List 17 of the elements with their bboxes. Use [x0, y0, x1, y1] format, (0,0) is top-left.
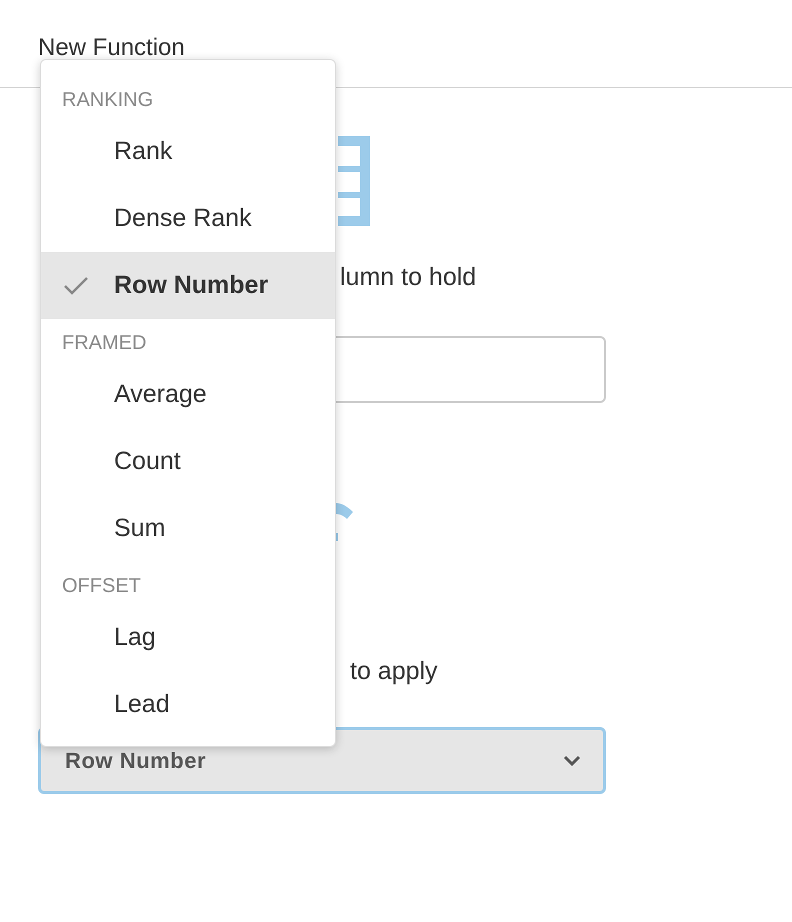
group-heading: FRAMED [61, 331, 148, 356]
prompt-text: to apply [350, 657, 438, 685]
menu-item[interactable]: Lag [41, 604, 335, 671]
menu-item[interactable]: Average [41, 361, 335, 428]
dialog-title: New Function [38, 38, 186, 58]
group-heading: OFFSET [61, 574, 142, 599]
menu-item[interactable]: Rank [41, 118, 335, 185]
menu-item[interactable]: Sum [41, 495, 335, 562]
prompt-text: lumn to hold [340, 263, 476, 291]
checkmark-icon [63, 276, 89, 296]
menu-item[interactable]: Row Number [41, 252, 335, 319]
table-icon [338, 136, 370, 226]
group-heading: RANKING [61, 88, 154, 113]
menu-item[interactable]: Count [41, 428, 335, 495]
chevron-down-icon [563, 755, 581, 766]
menu-item[interactable]: Lead [41, 671, 335, 738]
menu-item[interactable]: Dense Rank [41, 185, 335, 252]
